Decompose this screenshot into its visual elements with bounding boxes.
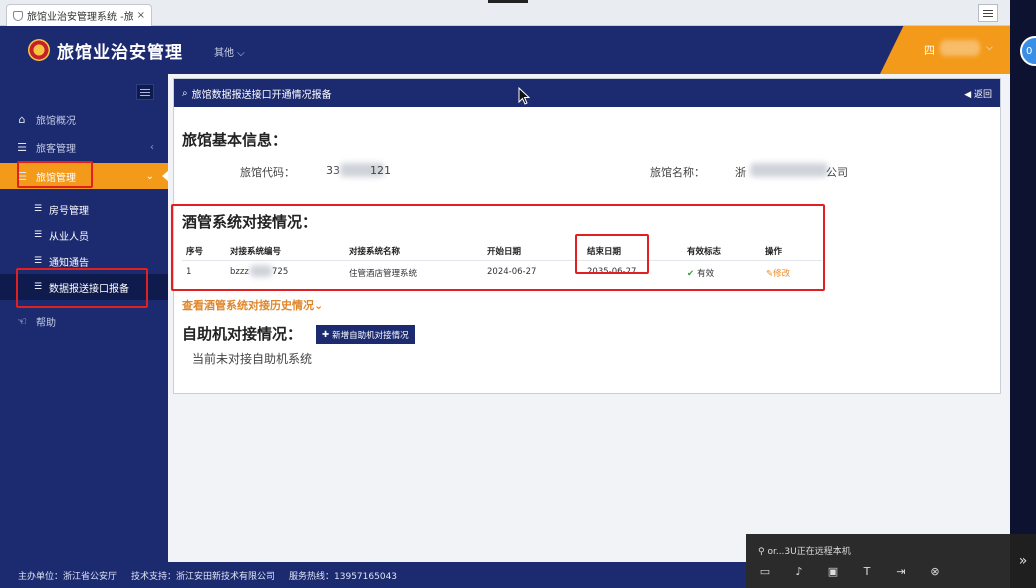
tab-close-button[interactable]: × [137,10,145,21]
sidebar-item-label: 旅馆概况 [36,115,76,127]
user-menu[interactable]: 四 ⌵ [880,26,1010,74]
footer-hotline: 服务热线：13957165043 [289,571,398,582]
sidebar-subitem-room-management[interactable]: ☰ 房号管理 [0,196,168,222]
remote-title: or...3U正在远程本机 [767,547,851,557]
help-icon: ☜ [17,314,27,328]
add-kiosk-button[interactable]: ✚ 新增自助机对接情况 [316,325,415,344]
footer-host: 主办单位：浙江省公安厅 [18,571,118,582]
user-name: 四 [924,44,935,57]
redacted-hotel-name [750,163,828,177]
remote-control-bar: ⚲ or...3U正在远程本机 ▭ ♪ ▣ T ⇥ ⊗ [746,534,1010,588]
list-icon: ☰ [17,140,27,154]
other-menu[interactable]: 其他 ⌵ [214,44,245,59]
add-kiosk-label: 新增自助机对接情况 [332,329,409,340]
footer-support: 技术支持：浙江安田新技术有限公司 [131,571,276,582]
hotel-name-value-start: 浙 [735,166,746,179]
chevron-left-icon: ‹ [150,141,154,153]
hotel-code-value-start: 33 [326,164,340,177]
app-header: 旅馆业治安管理 其他 ⌵ 四 ⌵ [0,26,1010,74]
browser-menu-button[interactable] [978,4,998,22]
chat-icon[interactable]: ▭ [756,564,774,580]
browser-tab[interactable]: 旅馆业治安管理系统 -旅馆 × [6,4,152,26]
sidebar-subitem-label: 从业人员 [49,231,89,243]
highlight-box [171,204,825,291]
back-button[interactable]: ◀ 返回 [964,87,992,100]
sidebar-toggle-button[interactable] [136,84,154,100]
browser-chrome: 旅馆业治安管理系统 -旅馆 × [0,0,1010,26]
sidebar-item-help[interactable]: ☜ 帮助 [0,308,168,334]
highlight-box [16,268,148,308]
home-icon: ⌂ [18,112,26,126]
panel-title: 旅馆数据报送接口开通情况报备 [191,89,332,101]
user-name-redacted [940,40,980,56]
expand-button[interactable]: » [1010,534,1036,588]
kiosk-title: 自助机对接情况： [182,325,303,343]
remote-toolbar: ▭ ♪ ▣ T ⇥ ⊗ [756,564,944,580]
basic-info-title: 旅馆基本信息： [182,131,288,149]
text-icon[interactable]: T [858,564,876,580]
main-content: ⌕ 旅馆数据报送接口开通情况报备 ◀ 返回 旅馆基本信息： 旅馆代码： 33 1… [168,74,1010,562]
sidebar-subitem-label: 通知通告 [49,257,89,269]
sidebar-subitem-label: 房号管理 [49,205,89,217]
police-badge-icon [28,39,50,61]
microphone-icon[interactable]: ♪ [790,564,808,580]
mouse-cursor-icon [518,87,530,105]
panel-header: ⌕ 旅馆数据报送接口开通情况报备 ◀ 返回 [174,79,1000,107]
hotel-name-value-end: 公司 [826,166,848,179]
list-icon: ☰ [34,256,43,266]
kiosk-empty-text: 当前未对接自助机系统 [192,352,313,366]
plus-icon: ✚ [322,329,330,339]
sidebar-item-guest-management[interactable]: ☰ 旅客管理 ‹ [0,134,168,160]
screen-share-icon[interactable]: ▣ [824,564,842,580]
sidebar: ⌂ 旅馆概况 ☰ 旅客管理 ‹ ☰ 旅馆管理 ⌄ ☰ 房号管理 ☰ 从业人员 ☰… [0,74,169,562]
close-circle-icon[interactable]: ⊗ [926,564,944,580]
shield-icon [13,10,23,21]
highlight-box [575,234,649,274]
sidebar-subitem-staff[interactable]: ☰ 从业人员 [0,222,168,248]
sidebar-item-hotel-overview[interactable]: ⌂ 旅馆概况 [0,106,168,132]
sidebar-item-label: 帮助 [36,317,56,329]
chevron-down-icon: ⌵ [986,43,993,53]
app-title: 旅馆业治安管理 [57,43,183,63]
top-edge [488,0,528,3]
list-icon: ☰ [34,204,43,214]
chevron-down-icon: ⌄ [145,170,154,182]
list-icon: ☰ [34,230,43,240]
highlight-box [17,161,93,188]
search-icon: ⌕ [182,87,188,99]
file-transfer-icon[interactable]: ⇥ [892,564,910,580]
hotel-code-value-end: 121 [370,164,391,177]
back-label: 返回 [973,89,992,100]
hotel-code-label: 旅馆代码： [240,166,295,179]
tab-title: 旅馆业治安管理系统 -旅馆 [27,12,133,23]
right-strip [1010,0,1036,534]
hotel-name-label: 旅馆名称： [650,166,705,179]
remote-status: ⚲ or...3U正在远程本机 [758,544,851,557]
history-link[interactable]: 查看酒管系统对接历史情况⌄ [182,297,323,313]
sidebar-item-label: 旅客管理 [36,143,76,155]
